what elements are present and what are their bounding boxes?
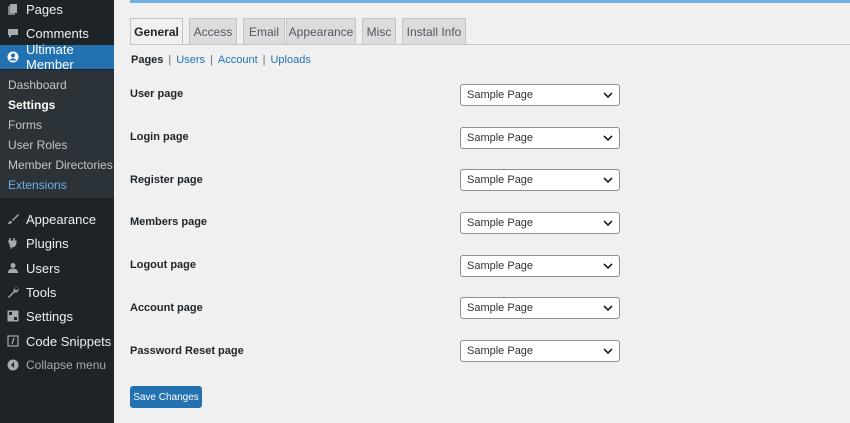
- menu-label-plugins: Plugins: [26, 236, 69, 251]
- subnav-uploads[interactable]: Uploads: [270, 54, 310, 66]
- user-page-value: Sample Page: [467, 89, 533, 101]
- logout-page-select[interactable]: Sample Page: [460, 255, 620, 277]
- logout-page-value: Sample Page: [467, 260, 533, 272]
- tab-install-info[interactable]: Install Info: [402, 18, 466, 45]
- wrench-icon: [7, 286, 19, 298]
- chevron-down-icon: [603, 262, 613, 270]
- tab-appearance[interactable]: Appearance: [286, 18, 356, 45]
- account-page-value: Sample Page: [467, 302, 533, 314]
- subnav-separator: |: [210, 54, 213, 66]
- collapse-arrow-icon: [7, 359, 19, 371]
- menu-label-settings: Settings: [26, 309, 73, 324]
- user-icon: [7, 262, 19, 274]
- menu-item-pages[interactable]: Pages: [0, 0, 114, 21]
- register-page-value: Sample Page: [467, 174, 533, 186]
- menu-label-pages: Pages: [26, 2, 63, 17]
- login-page-label: Login page: [130, 131, 189, 143]
- user-circle-icon: [7, 51, 19, 63]
- submenu-extensions[interactable]: Extensions: [8, 178, 67, 192]
- logout-page-label: Logout page: [130, 259, 196, 271]
- submenu-member-directories[interactable]: Member Directories: [8, 158, 113, 172]
- register-page-select[interactable]: Sample Page: [460, 169, 620, 191]
- menu-label-comments: Comments: [26, 26, 89, 41]
- subnav-pages[interactable]: Pages: [131, 54, 163, 66]
- chevron-down-icon: [603, 134, 613, 142]
- menu-label-appearance: Appearance: [26, 212, 96, 227]
- submenu-settings[interactable]: Settings: [8, 98, 55, 112]
- chevron-down-icon: [603, 219, 613, 227]
- menu-item-tools[interactable]: Tools: [0, 280, 114, 304]
- password-reset-page-label: Password Reset page: [130, 345, 244, 357]
- menu-label-tools: Tools: [26, 285, 56, 300]
- subnav-separator: |: [168, 54, 171, 66]
- settings-sliders-icon: [7, 310, 19, 322]
- chevron-down-icon: [603, 176, 613, 184]
- collapse-menu-button[interactable]: Collapse menu: [0, 353, 114, 377]
- user-page-label: User page: [130, 88, 183, 100]
- comments-icon: [7, 27, 19, 39]
- account-page-label: Account page: [130, 302, 203, 314]
- menu-label-code-snippets: Code Snippets: [26, 334, 111, 349]
- notice-bar-edge: [130, 0, 850, 3]
- menu-label-users: Users: [26, 261, 60, 276]
- tab-misc[interactable]: Misc: [362, 18, 396, 45]
- members-page-select[interactable]: Sample Page: [460, 212, 620, 234]
- submenu-dashboard[interactable]: Dashboard: [8, 78, 67, 92]
- members-page-value: Sample Page: [467, 217, 533, 229]
- tab-general[interactable]: General: [130, 18, 183, 45]
- chevron-down-icon: [603, 347, 613, 355]
- submenu-user-roles[interactable]: User Roles: [8, 138, 67, 152]
- menu-label-ultimate-member: Ultimate Member: [26, 42, 114, 72]
- ultimate-member-submenu: Dashboard Settings Forms User Roles Memb…: [0, 70, 114, 198]
- menu-item-users[interactable]: Users: [0, 256, 114, 280]
- register-page-label: Register page: [130, 174, 203, 186]
- save-changes-button[interactable]: Save Changes: [130, 386, 202, 408]
- pages-icon: [7, 3, 19, 15]
- user-page-select[interactable]: Sample Page: [460, 84, 620, 106]
- collapse-menu-label: Collapse menu: [26, 358, 106, 372]
- menu-item-plugins[interactable]: Plugins: [0, 231, 114, 255]
- chevron-down-icon: [603, 304, 613, 312]
- login-page-value: Sample Page: [467, 132, 533, 144]
- chevron-down-icon: [603, 91, 613, 99]
- login-page-select[interactable]: Sample Page: [460, 127, 620, 149]
- menu-item-ultimate-member[interactable]: Ultimate Member: [0, 45, 114, 69]
- password-reset-page-value: Sample Page: [467, 345, 533, 357]
- main-content: General Access Email Appearance Misc Ins…: [114, 0, 850, 423]
- menu-item-appearance[interactable]: Appearance: [0, 207, 114, 231]
- menu-item-settings[interactable]: Settings: [0, 304, 114, 328]
- admin-sidebar: Pages Comments Ultimate Member Dashboard…: [0, 0, 114, 423]
- code-snippets-icon: [7, 335, 19, 347]
- tab-email[interactable]: Email: [243, 18, 285, 45]
- subsection-nav: Pages | Users | Account | Uploads: [131, 54, 311, 66]
- tabs-divider: [130, 44, 850, 45]
- paintbrush-icon: [7, 213, 19, 225]
- plugin-icon: [7, 237, 19, 249]
- subnav-separator: |: [263, 54, 266, 66]
- account-page-select[interactable]: Sample Page: [460, 297, 620, 319]
- menu-item-code-snippets[interactable]: Code Snippets: [0, 329, 114, 353]
- submenu-forms[interactable]: Forms: [8, 118, 42, 132]
- subnav-account[interactable]: Account: [218, 54, 258, 66]
- subnav-users[interactable]: Users: [176, 54, 205, 66]
- tab-access[interactable]: Access: [189, 18, 237, 45]
- password-reset-page-select[interactable]: Sample Page: [460, 340, 620, 362]
- members-page-label: Members page: [130, 216, 207, 228]
